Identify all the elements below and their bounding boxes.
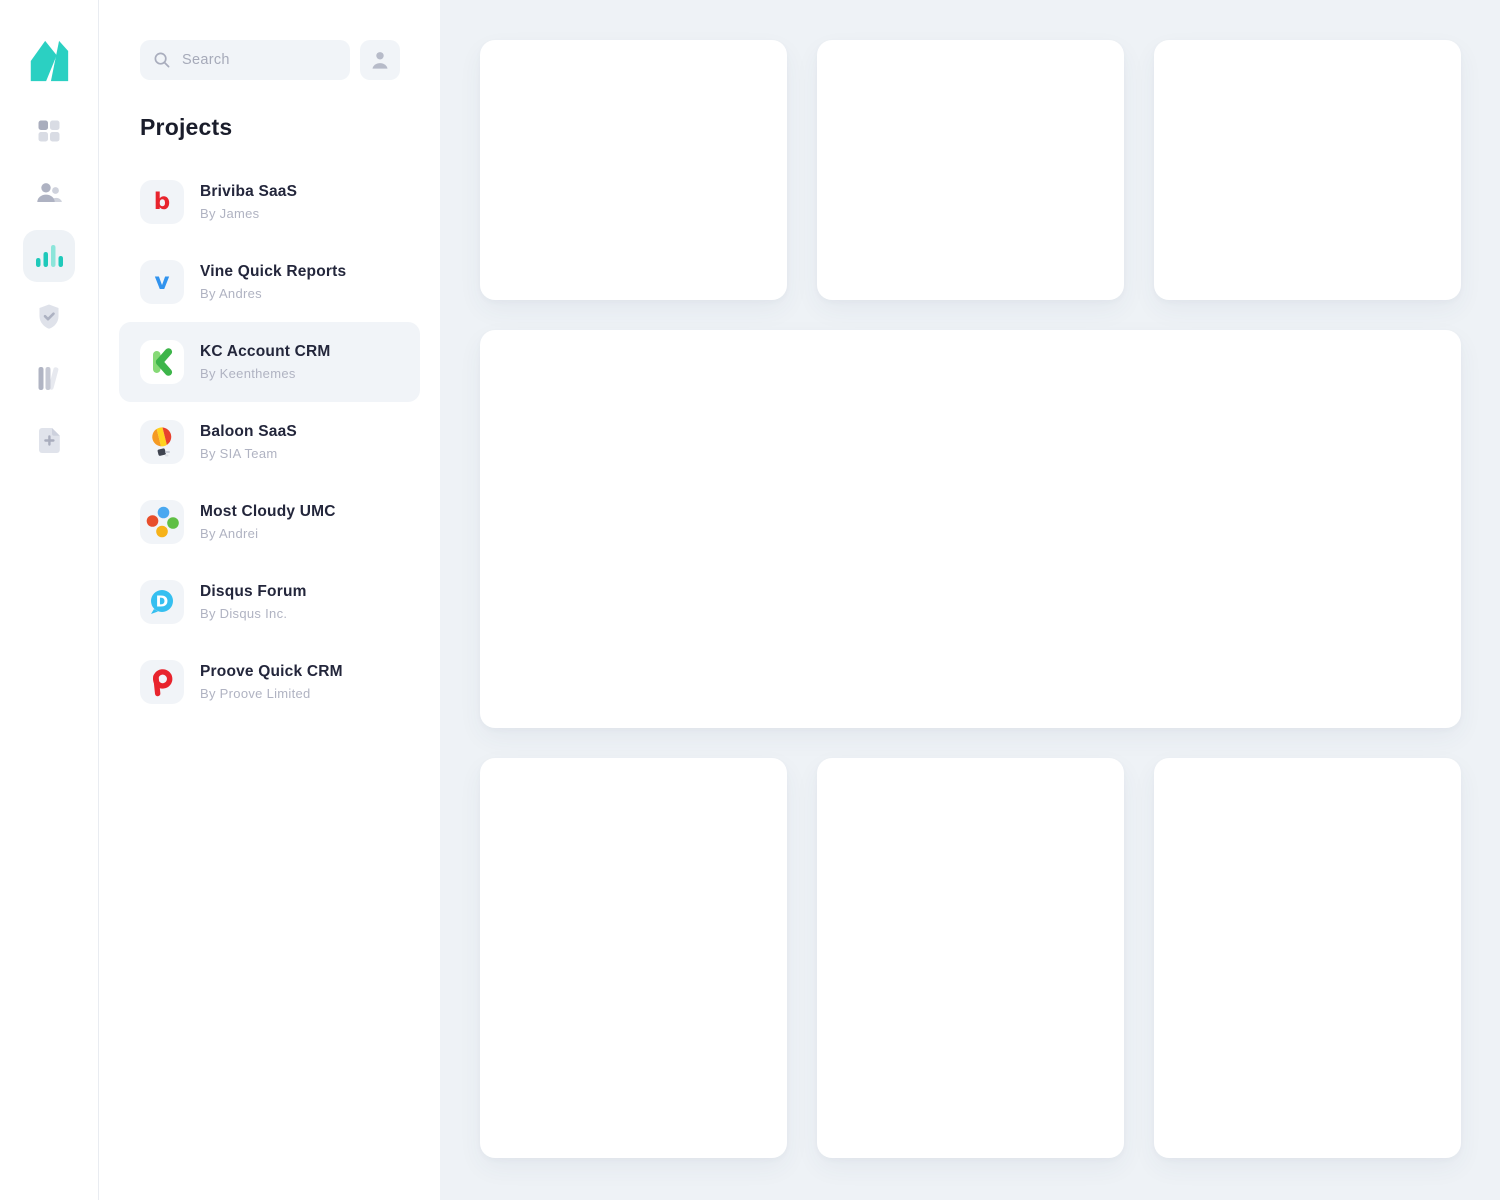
briviba-logo-icon: b: [140, 180, 184, 224]
rail-item-library[interactable]: [23, 354, 75, 406]
project-row-most-cloudy[interactable]: Most Cloudy UMC By Andrei: [119, 482, 420, 562]
top-card-row: [480, 40, 1461, 300]
panel-bottom-right: [1154, 758, 1461, 1158]
app-logo-icon[interactable]: [26, 38, 72, 84]
panel-top-center: [817, 40, 1124, 300]
project-row-briviba[interactable]: b Briviba SaaS By James: [119, 162, 420, 242]
icon-rail: [0, 0, 99, 1200]
disqus-logo-icon: D: [140, 580, 184, 624]
project-title: Baloon SaaS: [200, 424, 297, 440]
search-box[interactable]: [140, 40, 350, 80]
project-byline: By SIA Team: [200, 447, 297, 460]
project-byline: By Disqus Inc.: [200, 607, 307, 620]
grid-icon: [37, 119, 61, 146]
panel-wide: [480, 330, 1461, 728]
balloon-logo-icon: [140, 420, 184, 464]
project-row-vine[interactable]: v Vine Quick Reports By Andres: [119, 242, 420, 322]
main-content: [440, 0, 1500, 1200]
person-icon: [368, 48, 392, 72]
project-title: KC Account CRM: [200, 344, 331, 360]
briviba-glyph: b: [154, 191, 170, 214]
project-row-proove[interactable]: Proove Quick CRM By Proove Limited: [119, 642, 420, 722]
project-row-disqus[interactable]: D Disqus Forum By Disqus Inc.: [119, 562, 420, 642]
project-byline: By Proove Limited: [200, 687, 343, 700]
panel-top-right: [1154, 40, 1461, 300]
rail-item-security[interactable]: [23, 292, 75, 344]
bar-chart-icon: [34, 241, 64, 272]
rail-nav: [23, 106, 75, 468]
shield-check-icon: [37, 303, 61, 333]
rail-item-users[interactable]: [23, 168, 75, 220]
project-title: Vine Quick Reports: [200, 264, 346, 280]
rail-item-dashboard[interactable]: [23, 106, 75, 158]
panel-bottom-left: [480, 758, 787, 1158]
panel-top-left: [480, 40, 787, 300]
sidebar-toolbar: [140, 40, 400, 80]
kc-logo-icon: [140, 340, 184, 384]
project-title: Most Cloudy UMC: [200, 504, 336, 520]
proove-logo-icon: [140, 660, 184, 704]
project-byline: By Keenthemes: [200, 367, 331, 380]
disqus-glyph: D: [156, 593, 168, 611]
profile-button[interactable]: [360, 40, 400, 80]
project-title: Disqus Forum: [200, 584, 307, 600]
search-icon: [153, 51, 171, 69]
panel-bottom-center: [817, 758, 1124, 1158]
project-byline: By James: [200, 207, 297, 220]
project-byline: By Andres: [200, 287, 346, 300]
rail-item-new-document[interactable]: [23, 416, 75, 468]
project-list: b Briviba SaaS By James v Vine Quick Rep…: [140, 162, 400, 722]
project-title: Briviba SaaS: [200, 184, 297, 200]
projects-sidebar: Projects b Briviba SaaS By James v Vine …: [99, 0, 440, 1200]
users-icon: [35, 181, 63, 207]
file-plus-icon: [38, 427, 61, 457]
project-byline: By Andrei: [200, 527, 336, 540]
page-title: Projects: [140, 114, 400, 141]
vine-logo-icon: v: [140, 260, 184, 304]
project-row-kc-account[interactable]: KC Account CRM By Keenthemes: [119, 322, 420, 402]
project-row-baloon[interactable]: Baloon SaaS By SIA Team: [119, 402, 420, 482]
search-input[interactable]: [180, 51, 337, 69]
vine-glyph: v: [155, 271, 170, 294]
bottom-card-row: [480, 758, 1461, 1158]
rail-item-analytics[interactable]: [23, 230, 75, 282]
clover-logo-icon: [140, 500, 184, 544]
books-icon: [37, 365, 62, 395]
project-title: Proove Quick CRM: [200, 664, 343, 680]
